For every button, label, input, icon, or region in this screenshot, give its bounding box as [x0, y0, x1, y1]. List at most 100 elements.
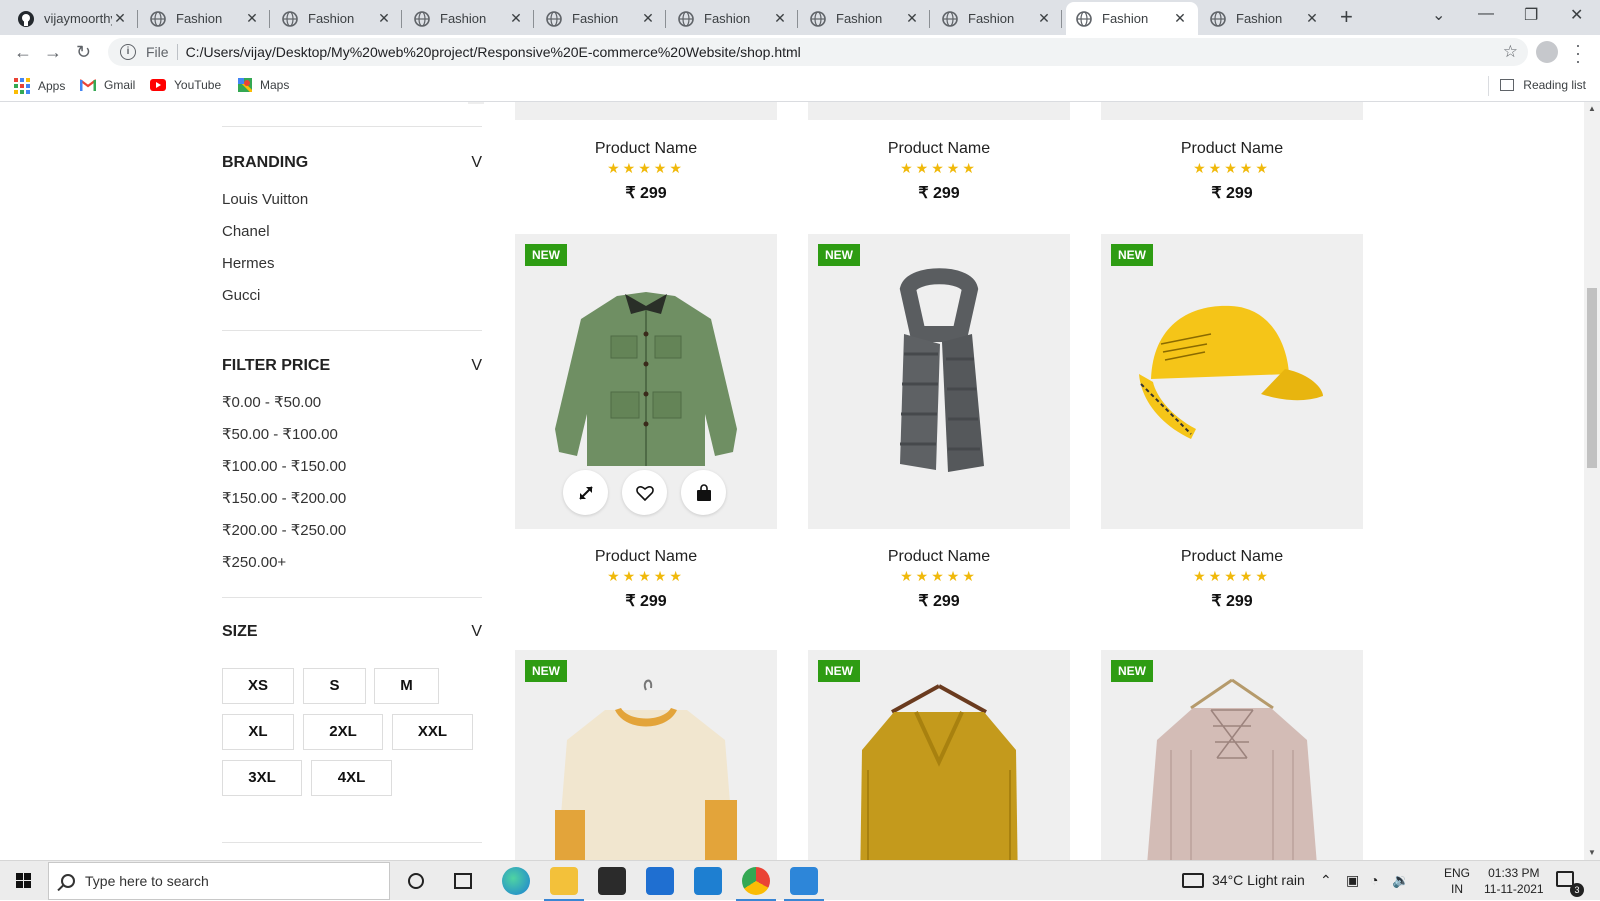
minimize-icon[interactable]: —	[1478, 5, 1494, 23]
file-explorer-icon[interactable]	[544, 867, 584, 901]
product-image-scarf[interactable]	[808, 234, 1070, 529]
close-icon[interactable]: ✕	[508, 10, 524, 27]
taskbar-search-box[interactable]: Type here to search	[48, 862, 390, 900]
close-window-icon[interactable]: ✕	[1570, 5, 1583, 25]
product-name[interactable]: Product Name	[808, 548, 1070, 566]
url-text[interactable]: C:/Users/vijay/Desktop/My%20web%20projec…	[186, 44, 801, 60]
language-indicator[interactable]: ENG IN	[1444, 865, 1470, 897]
address-bar[interactable]: i File C:/Users/vijay/Desktop/My%20web%2…	[108, 38, 1528, 66]
brand-option[interactable]: Louis Vuitton	[222, 184, 482, 216]
photos-icon[interactable]	[784, 867, 824, 901]
bookmark-maps[interactable]: Maps	[238, 78, 289, 92]
close-icon[interactable]: ✕	[244, 10, 260, 27]
product-name[interactable]: Product Name	[515, 140, 777, 158]
product-image-cap[interactable]	[1101, 234, 1363, 529]
size-m-button[interactable]: M	[374, 668, 439, 704]
bookmark-star-icon[interactable]: ☆	[1503, 42, 1518, 62]
size-xl-button[interactable]: XL	[222, 714, 294, 750]
product-name[interactable]: Product Name	[1101, 548, 1363, 566]
tab-fashion[interactable]: Fashion ✕	[800, 2, 930, 35]
size-xxl-button[interactable]: XXL	[392, 714, 473, 750]
tab-search-icon[interactable]: ⌄	[1432, 5, 1445, 25]
edge-browser-icon[interactable]	[502, 867, 530, 895]
chevron-down-icon[interactable]: V	[471, 357, 482, 375]
restore-icon[interactable]: ❐	[1524, 5, 1538, 25]
close-icon[interactable]: ✕	[640, 10, 656, 27]
price-filter-header[interactable]: FILTER PRICE V	[222, 357, 482, 375]
wishlist-button[interactable]	[622, 470, 667, 515]
close-icon[interactable]: ✕	[772, 10, 788, 27]
brand-option[interactable]: Chanel	[222, 216, 482, 248]
tab-fashion[interactable]: Fashion ✕	[272, 2, 402, 35]
bookmark-apps[interactable]: Apps	[14, 78, 65, 94]
close-icon[interactable]: ✕	[904, 10, 920, 27]
product-image[interactable]	[515, 102, 777, 120]
product-name[interactable]: Product Name	[808, 140, 1070, 158]
reading-list-button[interactable]: Reading list	[1500, 78, 1586, 92]
scroll-up-icon[interactable]: ▲	[1588, 104, 1596, 113]
windows-start-icon[interactable]	[16, 873, 31, 888]
cortana-icon[interactable]	[408, 873, 424, 889]
volume-icon[interactable]: 🔉	[1392, 872, 1409, 889]
chevron-down-icon[interactable]: V	[471, 623, 482, 641]
tab-fashion[interactable]: Fashion ✕	[404, 2, 534, 35]
tab-fashion-active[interactable]: Fashion ✕	[1066, 2, 1198, 35]
product-name[interactable]: Product Name	[1101, 140, 1363, 158]
price-option[interactable]: ₹0.00 - ₹50.00	[222, 387, 482, 419]
bookmark-gmail[interactable]: Gmail	[80, 78, 135, 92]
microsoft-store-icon[interactable]	[598, 867, 626, 895]
forward-arrow-icon[interactable]: →	[44, 42, 62, 63]
chevron-up-icon[interactable]: ⌃	[1320, 872, 1332, 889]
tab-github[interactable]: vijaymoorthy ✕	[8, 2, 138, 35]
mail-icon[interactable]	[646, 867, 674, 895]
chevron-down-icon[interactable]: V	[471, 154, 482, 172]
system-clock[interactable]: 01:33 PM 11-11-2021	[1484, 865, 1544, 897]
add-to-cart-button[interactable]	[681, 470, 726, 515]
scrollbar-thumb[interactable]	[1587, 288, 1597, 468]
size-3xl-button[interactable]: 3XL	[222, 760, 302, 796]
task-view-icon[interactable]	[454, 873, 472, 889]
price-option[interactable]: ₹100.00 - ₹150.00	[222, 451, 482, 483]
weather-text[interactable]: 34°C Light rain	[1212, 872, 1305, 888]
profile-avatar[interactable]	[1536, 41, 1558, 63]
page-scrollbar[interactable]: ▲ ▼	[1584, 102, 1600, 860]
size-4xl-button[interactable]: 4XL	[311, 760, 392, 796]
weather-icon[interactable]	[1182, 873, 1204, 888]
info-icon[interactable]: i	[120, 44, 136, 60]
bookmark-youtube[interactable]: YouTube	[150, 78, 221, 92]
new-tab-icon[interactable]: +	[1340, 6, 1353, 28]
meet-now-icon[interactable]: ▣	[1346, 872, 1359, 889]
brand-option[interactable]: Hermes	[222, 248, 482, 280]
tab-fashion[interactable]: Fashion ✕	[668, 2, 798, 35]
product-name[interactable]: Product Name	[515, 548, 777, 566]
tab-fashion[interactable]: Fashion ✕	[932, 2, 1062, 35]
menu-kebab-icon[interactable]: · · ·	[1575, 36, 1581, 70]
tab-fashion[interactable]: Fashion ✕	[1200, 2, 1330, 35]
price-option[interactable]: ₹150.00 - ₹200.00	[222, 483, 482, 515]
size-2xl-button[interactable]: 2XL	[303, 714, 383, 750]
chrome-icon[interactable]	[736, 867, 776, 901]
close-icon[interactable]: ✕	[1304, 10, 1320, 27]
size-s-button[interactable]: S	[303, 668, 366, 704]
close-icon[interactable]: ✕	[112, 10, 128, 27]
vscode-icon[interactable]	[694, 867, 722, 895]
expand-button[interactable]	[563, 470, 608, 515]
price-option[interactable]: ₹50.00 - ₹100.00	[222, 419, 482, 451]
price-option[interactable]: ₹250.00+	[222, 547, 482, 579]
size-xs-button[interactable]: XS	[222, 668, 294, 704]
network-icon[interactable]: ◔	[1370, 872, 1378, 888]
reload-icon[interactable]: ↻	[76, 42, 91, 63]
close-icon[interactable]: ✕	[1036, 10, 1052, 27]
brand-option[interactable]: Gucci	[222, 280, 482, 312]
size-filter-header[interactable]: SIZE V	[222, 623, 482, 641]
tab-fashion[interactable]: Fashion ✕	[536, 2, 666, 35]
back-arrow-icon[interactable]: ←	[14, 42, 32, 63]
product-image[interactable]	[1101, 102, 1363, 120]
tab-fashion[interactable]: Fashion ✕	[140, 2, 270, 35]
price-option[interactable]: ₹200.00 - ₹250.00	[222, 515, 482, 547]
product-image[interactable]	[808, 102, 1070, 120]
close-icon[interactable]: ✕	[376, 10, 392, 27]
scroll-down-icon[interactable]: ▼	[1588, 848, 1596, 857]
branding-filter-header[interactable]: BRANDING V	[222, 154, 482, 172]
close-icon[interactable]: ✕	[1172, 10, 1188, 27]
